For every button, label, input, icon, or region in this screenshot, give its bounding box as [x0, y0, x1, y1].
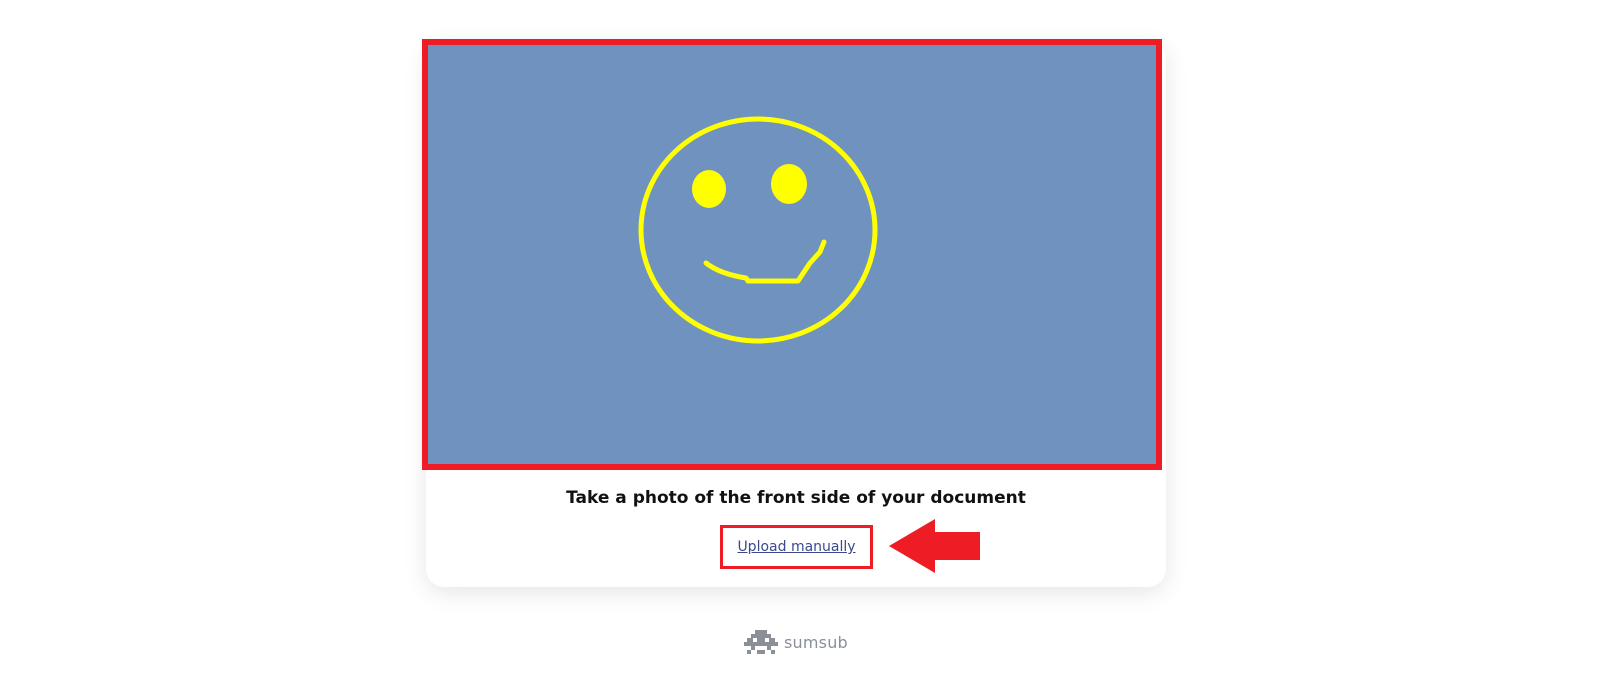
smiley-right-eye — [771, 164, 807, 204]
footer-brand: sumsub — [744, 629, 848, 655]
capture-instruction: Take a photo of the front side of your d… — [566, 488, 1026, 508]
smiley-left-eye — [692, 170, 726, 208]
page: Take a photo of the front side of your d… — [0, 0, 1600, 675]
smiley-drawing — [638, 116, 878, 344]
upload-manually-link[interactable]: Upload manually — [737, 539, 855, 555]
camera-preview — [422, 39, 1162, 470]
upload-manually-highlight: Upload manually — [720, 525, 873, 569]
left-arrow-annotation — [889, 519, 980, 573]
smiley-face-outline — [638, 116, 878, 344]
sumsub-logo-icon — [744, 630, 778, 654]
brand-name: sumsub — [784, 632, 848, 652]
smiley-mouth — [703, 239, 827, 284]
